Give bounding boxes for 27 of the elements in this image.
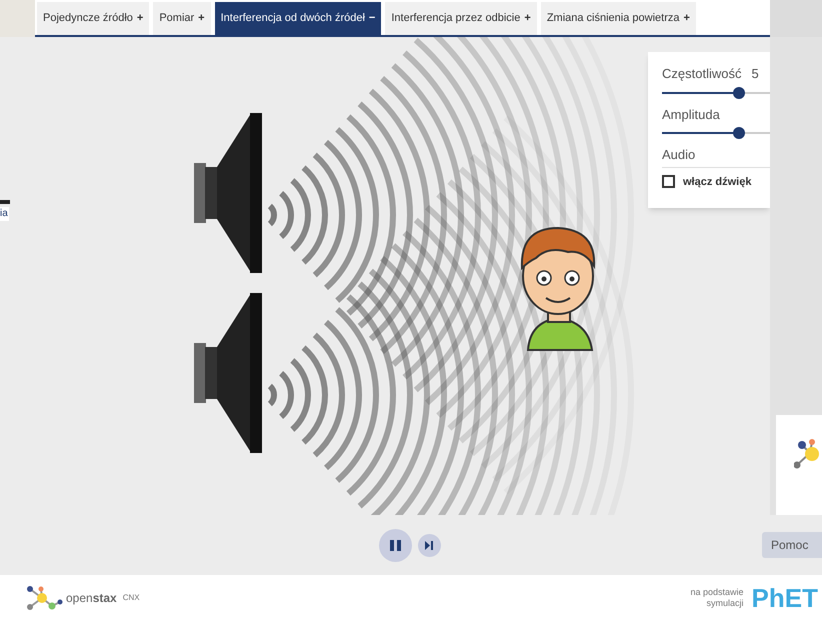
caption-text: symulacji <box>706 598 744 608</box>
molecule-logo-icon <box>24 584 64 610</box>
checkbox[interactable] <box>662 175 675 188</box>
caption-text: na podstawie <box>690 586 744 598</box>
tab[interactable]: Interferencja przez odbicie + <box>385 2 537 35</box>
slider-thumb[interactable] <box>733 127 745 139</box>
slider-label: Częstotliwość <box>662 65 742 83</box>
slider-value: 5 <box>751 65 759 83</box>
openstax-logo-text: openstax <box>66 590 117 606</box>
tab[interactable]: Pojedyncze źródło + <box>37 2 150 35</box>
speaker-icon <box>194 113 262 273</box>
slider-label: Amplituda <box>662 106 720 124</box>
cnx-logo-text: CNX <box>122 592 140 604</box>
tab[interactable]: Pomiar + <box>153 2 211 35</box>
molecule-logo-icon <box>794 439 822 469</box>
help-button[interactable]: Pomoc <box>762 532 822 558</box>
checkbox-label: włącz dźwięk <box>683 174 752 190</box>
phet-logo-text: PhET <box>752 584 818 610</box>
tab[interactable]: Zmiana ciśnienia powietrza + <box>540 2 696 35</box>
step-forward-icon <box>425 540 433 550</box>
step-button[interactable] <box>418 534 440 556</box>
slider-thumb[interactable] <box>733 86 745 98</box>
cut-text: ia <box>0 207 9 221</box>
tab[interactable]: Interferencja od dwóch źródeł − <box>214 2 382 35</box>
pause-icon <box>390 540 400 550</box>
speaker-icon <box>194 293 262 453</box>
pause-button[interactable] <box>378 528 412 562</box>
